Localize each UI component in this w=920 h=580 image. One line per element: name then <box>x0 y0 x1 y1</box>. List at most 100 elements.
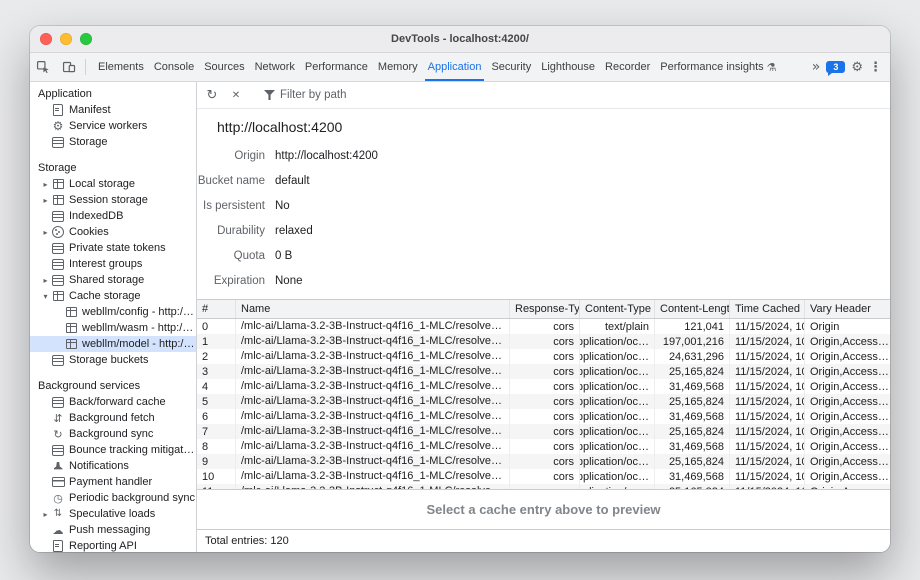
more-panels-chevron-icon[interactable]: » <box>812 60 821 74</box>
column-header-response-type[interactable]: Response-Type <box>510 300 580 318</box>
table-row[interactable]: 8 /mlc-ai/Llama-3.2-3B-Instruct-q4f16_1-… <box>197 439 890 454</box>
column-header-vary-header[interactable]: Vary Header <box>805 300 890 318</box>
sidebar-item[interactable]: Back/forward cache <box>30 394 196 410</box>
devtools-tab[interactable]: Network <box>250 53 300 81</box>
zoom-window-button[interactable] <box>80 33 92 45</box>
cell-content-type: application/oc… <box>580 439 655 454</box>
table-row[interactable]: 3 /mlc-ai/Llama-3.2-3B-Instruct-q4f16_1-… <box>197 364 890 379</box>
column-header-name[interactable]: Name <box>236 300 510 318</box>
sidebar-item-label: Storage <box>69 136 108 148</box>
sidebar-item[interactable]: Private state tokens <box>30 240 196 256</box>
device-toolbar-button[interactable] <box>56 53 82 81</box>
sidebar-item-icon <box>51 539 65 552</box>
devtools-tab[interactable]: Performance <box>300 53 373 81</box>
sidebar-item[interactable]: Notifications <box>30 458 196 474</box>
sidebar-item[interactable]: Periodic background sync <box>30 490 196 506</box>
table-row[interactable]: 4 /mlc-ai/Llama-3.2-3B-Instruct-q4f16_1-… <box>197 379 890 394</box>
table-row[interactable]: 5 /mlc-ai/Llama-3.2-3B-Instruct-q4f16_1-… <box>197 394 890 409</box>
sidebar-item[interactable]: Storage <box>30 134 196 150</box>
metadata-row: Bucket name default <box>197 168 890 193</box>
close-window-button[interactable] <box>40 33 52 45</box>
devtools-tab[interactable]: Sources <box>199 53 249 81</box>
expander-arrow-icon[interactable]: ▸ <box>40 196 51 205</box>
sidebar-item-icon <box>51 507 65 521</box>
sidebar-item[interactable]: Storage buckets <box>30 352 196 368</box>
cell-response-type: cors <box>510 379 580 394</box>
cell-content-length: 31,469,568 <box>655 469 730 484</box>
metadata-row: Expiration None <box>197 268 890 293</box>
sidebar-item-icon <box>51 475 65 489</box>
table-row[interactable]: 9 /mlc-ai/Llama-3.2-3B-Instruct-q4f16_1-… <box>197 454 890 469</box>
expander-arrow-icon[interactable]: ▾ <box>40 292 51 301</box>
expander-arrow-icon[interactable]: ▸ <box>40 510 51 519</box>
cell-response-type: cors <box>510 334 580 349</box>
column-header-content-length[interactable]: Content-Length <box>655 300 730 318</box>
sidebar-item[interactable]: ▸ Session storage <box>30 192 196 208</box>
devtools-tab[interactable]: Security <box>486 53 536 81</box>
delete-selected-icon[interactable]: ✕ <box>225 84 247 106</box>
sidebar-item[interactable]: Background fetch <box>30 410 196 426</box>
devtools-tab[interactable]: Application <box>423 53 487 81</box>
column-header-time-cached[interactable]: Time Cached <box>730 300 805 318</box>
cell-time-cached: 11/15/2024, 10… <box>730 454 805 469</box>
sidebar-item[interactable]: ▸ Cookies <box>30 224 196 240</box>
sidebar-item-label: Storage buckets <box>69 354 149 366</box>
kebab-menu-icon[interactable]: ⋮ <box>869 61 882 74</box>
sidebar-item[interactable]: Manifest <box>30 102 196 118</box>
sidebar-subitem[interactable]: webllm/wasm - http://loca… <box>30 320 196 336</box>
cell-response-type: cors <box>510 424 580 439</box>
sidebar-item-group: Notifications <box>30 458 196 474</box>
sidebar-subitem[interactable]: webllm/model - http://loc… <box>30 336 196 352</box>
sidebar-item[interactable]: Service workers <box>30 118 196 134</box>
filter-input[interactable]: Filter by path <box>258 84 352 106</box>
devtools-tab[interactable]: Console <box>149 53 199 81</box>
table-row[interactable]: 6 /mlc-ai/Llama-3.2-3B-Instruct-q4f16_1-… <box>197 409 890 424</box>
cell-name: /mlc-ai/Llama-3.2-3B-Instruct-q4f16_1-ML… <box>236 439 510 454</box>
window-titlebar[interactable]: DevTools - localhost:4200/ <box>30 26 890 53</box>
sidebar-item[interactable]: ▸ Speculative loads <box>30 506 196 522</box>
column-header-content-type[interactable]: Content-Type <box>580 300 655 318</box>
devtools-tabs: Elements Console Sources Network Perform… <box>93 53 782 81</box>
devtools-tab[interactable]: Recorder <box>600 53 655 81</box>
sidebar-item[interactable]: Background sync <box>30 426 196 442</box>
devtools-tab[interactable]: Lighthouse <box>536 53 600 81</box>
cell-content-type: application/oc… <box>580 424 655 439</box>
table-row[interactable]: 0 /mlc-ai/Llama-3.2-3B-Instruct-q4f16_1-… <box>197 319 890 334</box>
table-row[interactable]: 1 /mlc-ai/Llama-3.2-3B-Instruct-q4f16_1-… <box>197 334 890 349</box>
sidebar-item[interactable]: Reporting API <box>30 538 196 552</box>
minimize-window-button[interactable] <box>60 33 72 45</box>
sidebar-item[interactable]: Interest groups <box>30 256 196 272</box>
sidebar-item[interactable]: ▾ Cache storage <box>30 288 196 304</box>
sidebar-section-header[interactable]: Application <box>30 86 196 102</box>
sidebar-item-label: Private state tokens <box>69 242 166 254</box>
cell-time-cached: 11/15/2024, 10… <box>730 439 805 454</box>
sidebar-item[interactable]: Push messaging <box>30 522 196 538</box>
devtools-tab[interactable]: Performance insights <box>655 53 781 81</box>
sidebar-item-icon <box>51 395 65 409</box>
sidebar-section-header[interactable]: Background services <box>30 378 196 394</box>
sidebar-item[interactable]: Payment handler <box>30 474 196 490</box>
desktop-background: DevTools - localhost:4200/ Elemen <box>0 0 920 580</box>
cell-name: /mlc-ai/Llama-3.2-3B-Instruct-q4f16_1-ML… <box>236 349 510 364</box>
sidebar-subitem[interactable]: webllm/config - http://loc… <box>30 304 196 320</box>
sidebar-item[interactable]: IndexedDB <box>30 208 196 224</box>
issues-counter-bubble-icon[interactable]: 3 <box>826 61 845 73</box>
devtools-tab[interactable]: Elements <box>93 53 149 81</box>
table-row[interactable]: 7 /mlc-ai/Llama-3.2-3B-Instruct-q4f16_1-… <box>197 424 890 439</box>
sidebar-item[interactable]: ▸ Local storage <box>30 176 196 192</box>
tab-label: Network <box>255 61 295 73</box>
filter-placeholder: Filter by path <box>280 89 346 101</box>
sidebar-item[interactable]: ▸ Shared storage <box>30 272 196 288</box>
expander-arrow-icon[interactable]: ▸ <box>40 180 51 189</box>
table-row[interactable]: 2 /mlc-ai/Llama-3.2-3B-Instruct-q4f16_1-… <box>197 349 890 364</box>
column-header-index[interactable]: # <box>197 300 236 318</box>
devtools-tab[interactable]: Memory <box>373 53 423 81</box>
expander-arrow-icon[interactable]: ▸ <box>40 276 51 285</box>
sidebar-item[interactable]: Bounce tracking mitigations <box>30 442 196 458</box>
inspect-element-button[interactable] <box>30 53 56 81</box>
sidebar-section-header[interactable]: Storage <box>30 160 196 176</box>
settings-gear-icon[interactable]: ⚙ <box>851 61 863 74</box>
table-row[interactable]: 10 /mlc-ai/Llama-3.2-3B-Instruct-q4f16_1… <box>197 469 890 484</box>
expander-arrow-icon[interactable]: ▸ <box>40 228 51 237</box>
refresh-icon[interactable]: ↻ <box>201 84 223 106</box>
